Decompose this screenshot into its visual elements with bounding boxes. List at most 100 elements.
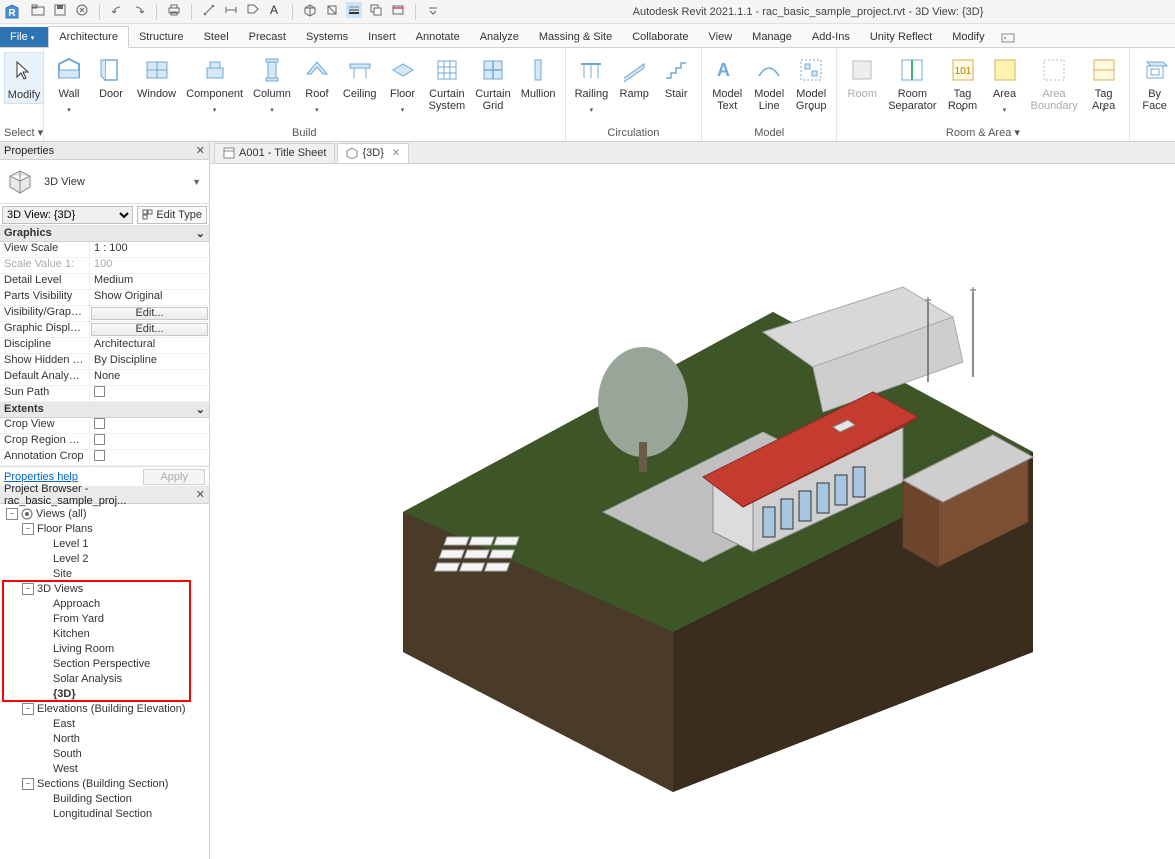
tag-icon[interactable]: [245, 2, 261, 18]
tab-addins[interactable]: Add-Ins: [802, 27, 860, 47]
model-line-button[interactable]: ModelLine: [748, 52, 790, 114]
area-button[interactable]: Area: [984, 52, 1026, 114]
window-button[interactable]: Window: [132, 52, 181, 114]
tab-steel[interactable]: Steel: [194, 27, 239, 47]
type-selector[interactable]: 3D View ▼: [0, 160, 209, 204]
tree-item[interactable]: Level 2: [0, 551, 209, 566]
property-row[interactable]: Parts VisibilityShow Original: [0, 290, 209, 306]
measure-icon[interactable]: [201, 2, 217, 18]
tab-architecture[interactable]: Architecture: [48, 26, 129, 48]
tree-item[interactable]: −Floor Plans: [0, 521, 209, 536]
tag-area-button[interactable]: TagArea: [1083, 52, 1125, 114]
mullion-button[interactable]: Mullion: [516, 52, 561, 114]
property-row[interactable]: Graphic Display ...Edit...: [0, 322, 209, 338]
chevron-down-icon[interactable]: ▼: [192, 177, 201, 187]
property-row[interactable]: Crop View: [0, 418, 209, 434]
project-browser-body[interactable]: −Views (all)−Floor PlansLevel 1Level 2Si…: [0, 504, 209, 859]
tree-item[interactable]: North: [0, 731, 209, 746]
close-tab-icon[interactable]: ✕: [392, 148, 400, 159]
edit-type-button[interactable]: Edit Type: [137, 206, 207, 224]
tree-item[interactable]: East: [0, 716, 209, 731]
ceiling-button[interactable]: Ceiling: [338, 52, 382, 114]
tab-structure[interactable]: Structure: [129, 27, 194, 47]
tree-item[interactable]: −Sections (Building Section): [0, 776, 209, 791]
property-section-header[interactable]: Extents⌄: [0, 402, 209, 418]
properties-body[interactable]: Graphics⌄View Scale1 : 100Scale Value 1:…: [0, 226, 209, 466]
tab-view[interactable]: View: [699, 27, 743, 47]
open-icon[interactable]: [30, 2, 46, 18]
property-row[interactable]: Detail LevelMedium: [0, 274, 209, 290]
tree-item[interactable]: West: [0, 761, 209, 776]
room-separator-button[interactable]: RoomSeparator: [883, 52, 941, 114]
default3d-icon[interactable]: [302, 2, 318, 18]
tree-item[interactable]: Living Room: [0, 641, 209, 656]
close-icon[interactable]: ✕: [196, 488, 205, 501]
tree-item[interactable]: South: [0, 746, 209, 761]
tree-item[interactable]: −Views (all): [0, 506, 209, 521]
tab-manage[interactable]: Manage: [742, 27, 802, 47]
property-row[interactable]: View Scale1 : 100: [0, 242, 209, 258]
tab-modify[interactable]: Modify: [942, 27, 994, 47]
property-row[interactable]: Default Analysis ...None: [0, 370, 209, 386]
by-face-button[interactable]: ByFace: [1134, 52, 1175, 114]
property-row[interactable]: Visibility/Graphi...Edit...: [0, 306, 209, 322]
document-tab-3d[interactable]: {3D} ✕: [337, 143, 409, 163]
floor-button[interactable]: Floor: [382, 52, 424, 114]
tag-room-button[interactable]: 101TagRoom: [942, 52, 984, 114]
document-tab-title-sheet[interactable]: A001 - Title Sheet: [214, 143, 335, 163]
room-button[interactable]: Room: [841, 52, 883, 114]
customize-qat-icon[interactable]: [425, 2, 441, 18]
property-row[interactable]: Crop Region Visi...: [0, 434, 209, 450]
undo-icon[interactable]: [109, 2, 125, 18]
viewport-3d[interactable]: [210, 164, 1175, 859]
model-group-button[interactable]: ModelGroup: [790, 52, 832, 114]
tree-item[interactable]: Section Perspective: [0, 656, 209, 671]
property-row[interactable]: Annotation Crop: [0, 450, 209, 466]
component-button[interactable]: Component: [181, 52, 248, 114]
tab-insert[interactable]: Insert: [358, 27, 406, 47]
print-icon[interactable]: [166, 2, 182, 18]
sync-icon[interactable]: [74, 2, 90, 18]
property-row[interactable]: Show Hidden Li...By Discipline: [0, 354, 209, 370]
ramp-button[interactable]: Ramp: [613, 52, 655, 114]
model-text-button[interactable]: AModelText: [706, 52, 748, 114]
tree-item[interactable]: Kitchen: [0, 626, 209, 641]
door-button[interactable]: Door: [90, 52, 132, 114]
properties-header[interactable]: Properties ✕: [0, 142, 209, 160]
close-icon[interactable]: ✕: [196, 144, 205, 157]
column-button[interactable]: Column: [248, 52, 296, 114]
tree-item[interactable]: Site: [0, 566, 209, 581]
tree-item[interactable]: Approach: [0, 596, 209, 611]
tree-item[interactable]: Solar Analysis: [0, 671, 209, 686]
wall-button[interactable]: Wall: [48, 52, 90, 114]
tree-item[interactable]: From Yard: [0, 611, 209, 626]
modify-button[interactable]: Modify: [4, 52, 44, 104]
tree-item[interactable]: Longitudinal Section: [0, 806, 209, 821]
tab-collaborate[interactable]: Collaborate: [622, 27, 698, 47]
property-row[interactable]: DisciplineArchitectural: [0, 338, 209, 354]
tab-options-icon[interactable]: [995, 29, 1021, 47]
tree-item[interactable]: −Elevations (Building Elevation): [0, 701, 209, 716]
redo-icon[interactable]: [131, 2, 147, 18]
property-row[interactable]: Sun Path: [0, 386, 209, 402]
tab-precast[interactable]: Precast: [239, 27, 296, 47]
curtain-system-button[interactable]: CurtainSystem: [424, 52, 471, 114]
file-tab[interactable]: File: [0, 27, 48, 47]
tab-analyze[interactable]: Analyze: [470, 27, 529, 47]
curtain-grid-button[interactable]: CurtainGrid: [470, 52, 515, 114]
roof-button[interactable]: Roof: [296, 52, 338, 114]
instance-selector[interactable]: 3D View: {3D}: [2, 206, 133, 224]
align-dim-icon[interactable]: [223, 2, 239, 18]
tab-unity-reflect[interactable]: Unity Reflect: [860, 27, 942, 47]
tree-item[interactable]: {3D}: [0, 686, 209, 701]
stair-button[interactable]: Stair: [655, 52, 697, 114]
properties-help-link[interactable]: Properties help: [4, 471, 78, 483]
tree-item[interactable]: Building Section: [0, 791, 209, 806]
property-section-header[interactable]: Graphics⌄: [0, 226, 209, 242]
tree-item[interactable]: −3D Views: [0, 581, 209, 596]
thinlines-icon[interactable]: [346, 2, 362, 18]
save-icon[interactable]: [52, 2, 68, 18]
tab-massing-site[interactable]: Massing & Site: [529, 27, 622, 47]
close-hidden-icon[interactable]: [368, 2, 384, 18]
railing-button[interactable]: Railing: [570, 52, 614, 114]
